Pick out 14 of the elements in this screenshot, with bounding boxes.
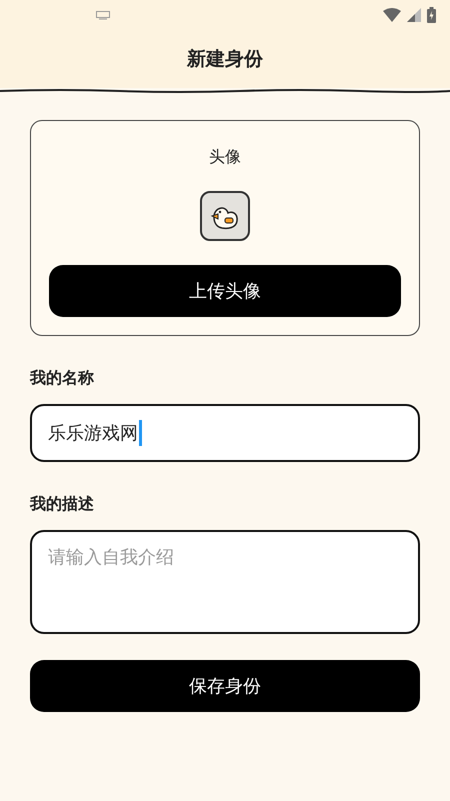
- name-input[interactable]: 乐乐游戏网: [30, 404, 420, 462]
- save-button[interactable]: 保存身份: [30, 660, 420, 712]
- avatar-image[interactable]: [200, 191, 250, 241]
- battery-icon: [427, 7, 436, 23]
- avatar-label: 头像: [209, 146, 241, 168]
- signal-icon: [407, 8, 421, 22]
- wifi-icon: [383, 8, 401, 22]
- name-label: 我的名称: [30, 367, 95, 389]
- text-cursor: [139, 420, 142, 446]
- upload-avatar-button[interactable]: 上传头像: [49, 265, 401, 317]
- keyboard-icon: [96, 10, 110, 20]
- description-label: 我的描述: [30, 493, 95, 515]
- page-title: 新建身份: [187, 46, 263, 72]
- description-input[interactable]: 请输入自我介绍: [30, 530, 420, 634]
